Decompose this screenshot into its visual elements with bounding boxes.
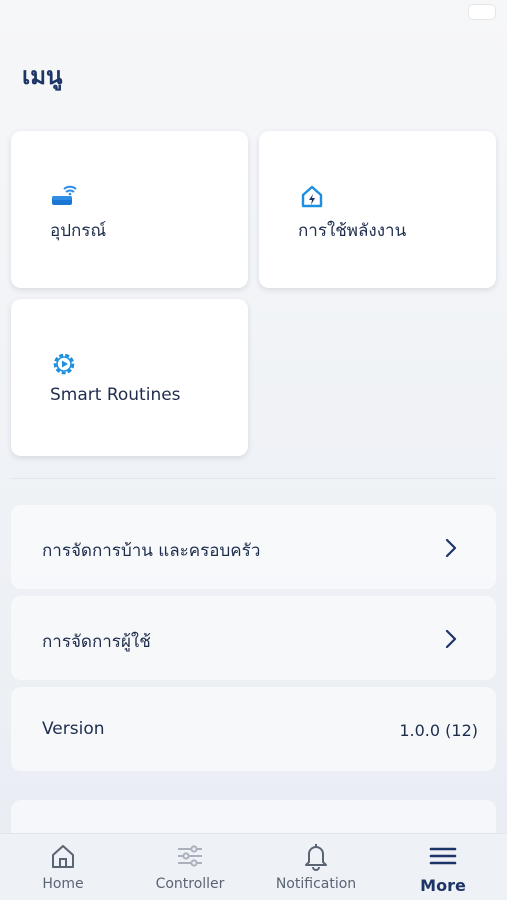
row-label: การจัดการผู้ใช้ [42,632,151,652]
tile-devices[interactable]: อุปกรณ์ [11,131,248,288]
tab-controller[interactable]: Controller [127,834,253,900]
bell-icon [301,841,331,871]
tab-notification[interactable]: Notification [253,834,379,900]
tile-energy-usage[interactable]: การใช้พลังงาน [259,131,496,288]
menu-icon [428,841,458,871]
version-row: Version 1.0.0 (12) [11,687,496,771]
tab-label: Controller [155,876,225,892]
chevron-right-icon [444,538,458,558]
sliders-icon [175,841,205,871]
gear-play-icon [51,351,77,377]
page-title: เมนู [22,62,63,90]
home-energy-icon [299,183,325,209]
tile-label: การใช้พลังงาน [298,221,407,241]
user-management-row[interactable]: การจัดการผู้ใช้ [11,596,496,680]
section-divider [11,478,496,479]
tile-label: Smart Routines [50,385,181,405]
home-family-management-row[interactable]: การจัดการบ้าน และครอบครัว [11,505,496,589]
tile-smart-routines[interactable]: Smart Routines [11,299,248,456]
router-wifi-icon [51,183,77,209]
version-label: Version [42,719,105,739]
version-value: 1.0.0 (12) [399,721,478,740]
tab-label: More [420,876,466,895]
bottom-tab-bar: Home Controller Notification More [0,833,507,900]
tab-more[interactable]: More [380,834,506,900]
tile-label: อุปกรณ์ [50,221,107,241]
chevron-right-icon [444,629,458,649]
row-label: การจัดการบ้าน และครอบครัว [42,541,261,561]
tab-home[interactable]: Home [0,834,126,900]
tab-label: Notification [275,876,357,892]
tab-label: Home [42,876,84,892]
battery-icon [469,5,495,19]
home-icon [48,841,78,871]
